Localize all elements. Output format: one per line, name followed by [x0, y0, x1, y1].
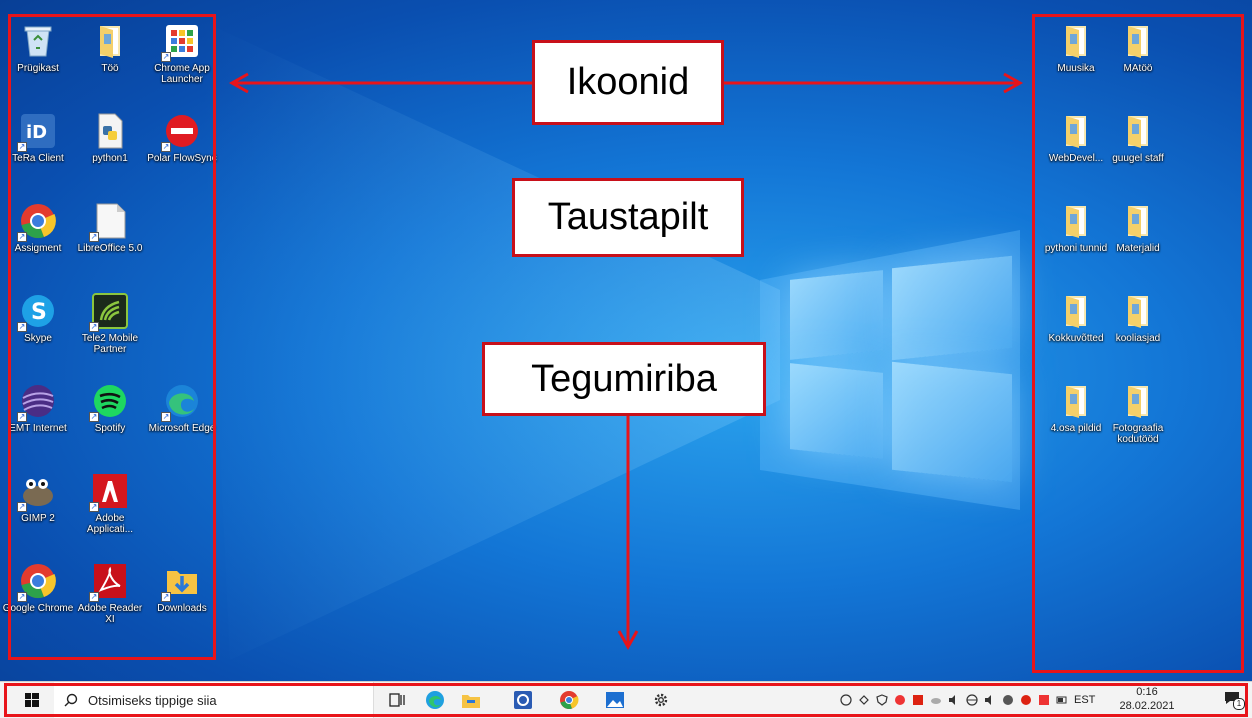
file-explorer-icon	[462, 695, 480, 708]
taskbar-settings[interactable]	[646, 682, 676, 718]
tray-app-icon[interactable]	[1002, 694, 1014, 706]
tray-network-icon[interactable]	[966, 694, 978, 706]
task-view-icon	[389, 693, 405, 707]
desktop-wallpaper: Prügikast Töö ↗ Chrome App Launcher iD ↗ TeRa …	[0, 0, 1252, 681]
edge-icon	[426, 691, 444, 709]
task-view-button[interactable]	[382, 682, 412, 718]
outlook-icon	[514, 691, 532, 709]
tray-app-icon[interactable]	[894, 694, 906, 706]
taskbar-chrome[interactable]	[554, 682, 584, 718]
taskbar-edge[interactable]	[420, 682, 450, 718]
tray-volume-icon[interactable]	[948, 694, 960, 706]
taskbar-file-explorer[interactable]	[456, 682, 486, 718]
photos-icon	[606, 692, 624, 708]
tray-app-icon[interactable]	[1038, 694, 1050, 706]
windows-start-icon	[25, 693, 39, 707]
tray-app-icon[interactable]	[840, 694, 852, 706]
tray-onedrive-icon[interactable]	[930, 694, 942, 706]
tray-shield-icon[interactable]	[876, 694, 888, 706]
tray-polar-icon[interactable]	[1020, 694, 1032, 706]
tray-battery-icon[interactable]	[1056, 694, 1068, 706]
tray-adobe-icon[interactable]	[912, 694, 924, 706]
start-button[interactable]	[14, 682, 50, 718]
search-box[interactable]: Otsimiseks tippige siia	[54, 682, 374, 718]
taskbar-photos[interactable]	[600, 682, 630, 718]
clock[interactable]: 0:16 28.02.2021	[1106, 685, 1188, 713]
tray-speaker-icon[interactable]	[984, 694, 996, 706]
clock-date: 28.02.2021	[1119, 700, 1175, 712]
language-indicator[interactable]: EST	[1074, 694, 1095, 706]
annotation-tegumiriba: Tegumiriba	[482, 342, 766, 416]
action-center-button[interactable]: 1	[1224, 690, 1245, 710]
annotation-taustapilt: Taustapilt	[512, 178, 744, 257]
tray-app-icon[interactable]	[858, 694, 870, 706]
clock-time: 0:16	[1136, 686, 1158, 698]
notification-count: 1	[1233, 698, 1245, 710]
search-icon	[64, 693, 78, 707]
chrome-icon	[560, 691, 579, 709]
settings-icon	[654, 693, 668, 707]
system-tray: EST 0:16 28.02.2021 1	[840, 682, 1252, 718]
taskbar: Otsimiseks tippige siia EST 0:16 28.02.2…	[0, 681, 1252, 718]
annotation-ikoonid: Ikoonid	[532, 40, 724, 125]
taskbar-outlook[interactable]	[508, 682, 538, 718]
search-placeholder: Otsimiseks tippige siia	[88, 692, 217, 708]
